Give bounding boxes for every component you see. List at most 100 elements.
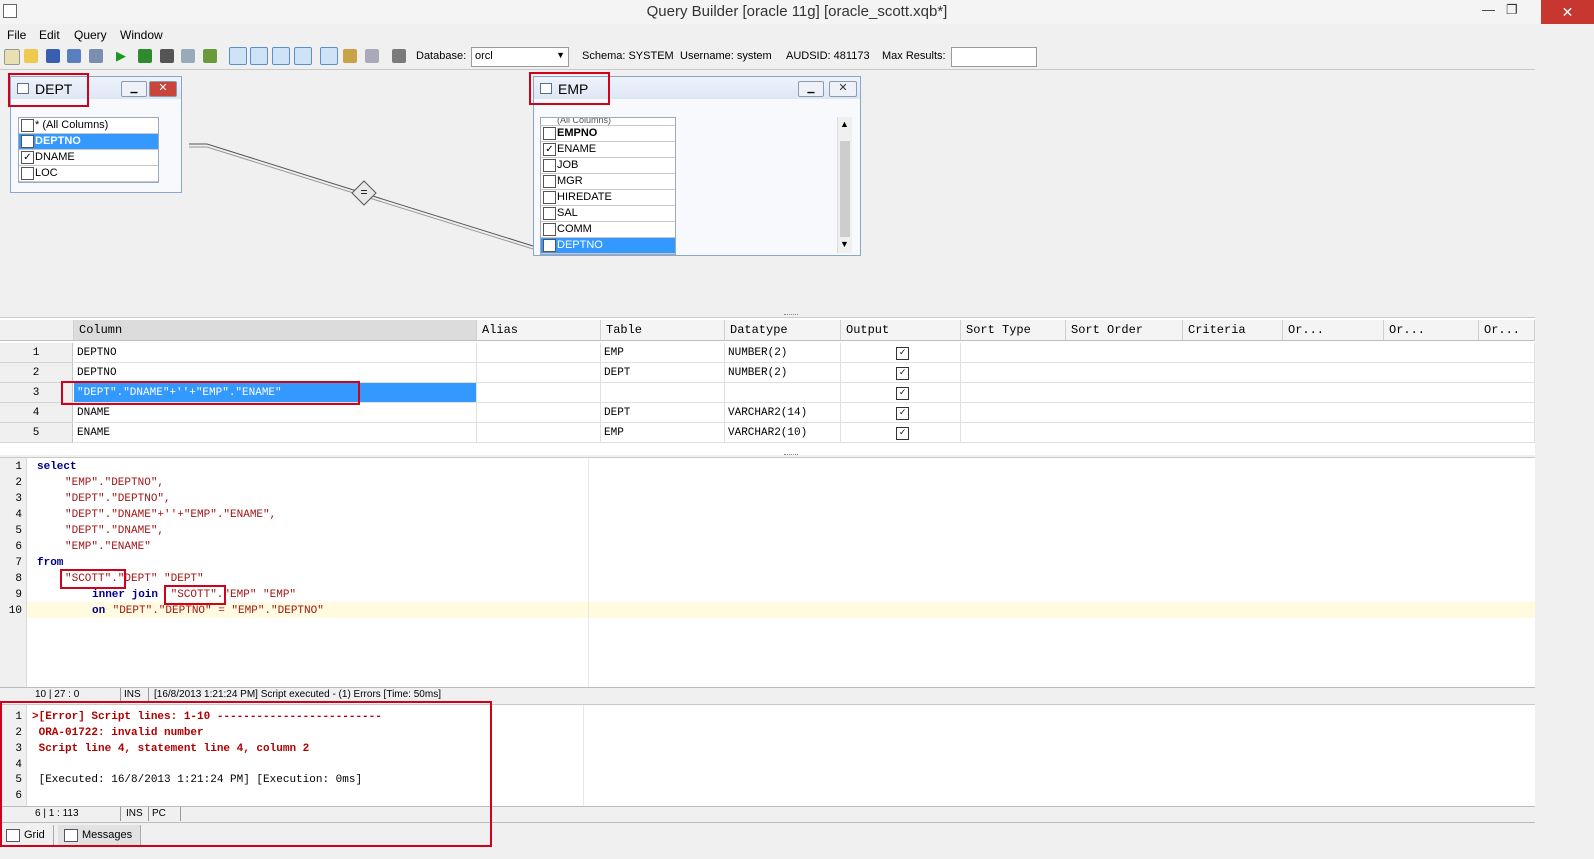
connection-icon[interactable] (392, 49, 406, 63)
column-header-or-1[interactable]: Or... (1283, 320, 1384, 341)
chevron-up-icon[interactable]: ▲ (840, 119, 849, 129)
cell-datatype[interactable]: NUMBER(2) (725, 343, 841, 363)
sql-editor[interactable]: 1 2 3 4 5 6 7 8 9 10 select "EMP"."DEPTN… (0, 457, 1535, 688)
maximize-button[interactable]: ❐ (1506, 2, 1518, 18)
checkbox[interactable]: ✓ (21, 151, 34, 164)
column-header-criteria[interactable]: Criteria (1183, 320, 1283, 341)
cell-alias[interactable] (477, 423, 601, 443)
cell-datatype[interactable]: NUMBER(2) (725, 363, 841, 383)
column-header-table[interactable]: Table (601, 320, 725, 341)
tables-icon[interactable] (343, 49, 357, 63)
checkbox[interactable] (543, 223, 556, 236)
cell-table[interactable]: EMP (601, 343, 725, 363)
run-icon[interactable]: ▶ (116, 49, 130, 63)
column-item[interactable]: COMM (541, 222, 675, 238)
minimize-icon[interactable]: ▁ (798, 81, 824, 97)
close-icon[interactable]: ✕ (149, 81, 177, 97)
cell-datatype[interactable]: VARCHAR2(14) (725, 403, 841, 423)
cell-empty[interactable] (961, 363, 1535, 383)
cell-column[interactable]: DNAME (74, 403, 477, 423)
save-all-icon[interactable] (89, 49, 103, 63)
column-header-column[interactable]: Column (74, 320, 477, 341)
column-header-sort-type[interactable]: Sort Type (961, 320, 1066, 341)
cell-alias[interactable] (477, 383, 601, 403)
cell-alias[interactable] (477, 343, 601, 363)
output-checkbox[interactable]: ✓ (896, 407, 909, 420)
options-icon[interactable] (320, 47, 338, 65)
cell-datatype[interactable]: VARCHAR2(10) (725, 423, 841, 443)
cell-output[interactable]: ✓ (841, 403, 961, 423)
explain-icon[interactable] (181, 49, 195, 63)
checkbox[interactable]: ✓ (21, 135, 34, 148)
column-item[interactable]: EMPNO (541, 126, 675, 142)
column-item[interactable]: SAL (541, 206, 675, 222)
layout-sql-icon[interactable] (272, 47, 290, 65)
checkbox[interactable] (543, 159, 556, 172)
checkbox[interactable] (543, 175, 556, 188)
cell-empty[interactable] (961, 343, 1535, 363)
layout-results-icon[interactable] (294, 47, 312, 65)
minimize-button[interactable]: — (1482, 2, 1495, 17)
column-header-datatype[interactable]: Datatype (725, 320, 841, 341)
column-item[interactable]: ✓ DEPTNO (19, 134, 158, 150)
column-item[interactable]: ✓ DNAME (19, 150, 158, 166)
checkbox[interactable] (543, 191, 556, 204)
menu-edit[interactable]: Edit (39, 28, 60, 42)
column-item[interactable]: MGR (541, 174, 675, 190)
table-row[interactable]: 4 DNAME DEPT VARCHAR2(14) ✓ (0, 403, 1535, 423)
cell-empty[interactable] (961, 403, 1535, 423)
cell-alias[interactable] (477, 363, 601, 383)
cell-table[interactable]: DEPT (601, 363, 725, 383)
layout-grid-icon[interactable] (250, 47, 268, 65)
chevron-down-icon[interactable]: ▼ (840, 239, 849, 249)
chevron-down-icon[interactable]: ▼ (556, 50, 565, 60)
stop-icon[interactable] (160, 49, 174, 63)
open-folder-icon[interactable] (24, 49, 38, 63)
checkbox[interactable] (21, 167, 34, 180)
checkbox[interactable] (21, 119, 34, 132)
layout-diagram-icon[interactable] (229, 47, 247, 65)
max-results-input[interactable] (951, 47, 1037, 67)
cell-output[interactable]: ✓ (841, 423, 961, 443)
checkbox[interactable] (543, 127, 556, 140)
cell-table[interactable] (601, 383, 725, 403)
table-row[interactable]: 2 DEPTNO DEPT NUMBER(2) ✓ (0, 363, 1535, 383)
column-item[interactable]: ✓ ENAME (541, 142, 675, 158)
cell-alias[interactable] (477, 403, 601, 423)
output-checkbox[interactable]: ✓ (896, 427, 909, 440)
database-select[interactable]: orcl ▼ (471, 47, 569, 67)
table-row[interactable]: 1 DEPTNO EMP NUMBER(2) ✓ (0, 343, 1535, 363)
row-number[interactable]: 5 (0, 423, 73, 443)
cell-output[interactable]: ✓ (841, 363, 961, 383)
column-item[interactable]: LOC (19, 166, 158, 182)
cell-output[interactable]: ✓ (841, 383, 961, 403)
filter-icon[interactable] (365, 49, 379, 63)
column-header-sort-order[interactable]: Sort Order (1066, 320, 1183, 341)
cell-column[interactable]: ENAME (74, 423, 477, 443)
cell-empty[interactable] (961, 383, 1535, 403)
column-header-or-3[interactable]: Or... (1479, 320, 1535, 341)
new-icon[interactable] (4, 49, 20, 65)
scrollbar[interactable]: ▲ ▼ (837, 117, 852, 253)
checkbox[interactable]: ✓ (543, 239, 556, 252)
cell-table[interactable]: DEPT (601, 403, 725, 423)
column-header-or-2[interactable]: Or... (1384, 320, 1479, 341)
save-as-icon[interactable] (67, 49, 81, 63)
output-checkbox[interactable]: ✓ (896, 387, 909, 400)
column-header-alias[interactable]: Alias (477, 320, 601, 341)
column-item[interactable]: * (All Columns) (19, 118, 158, 134)
output-checkbox[interactable]: ✓ (896, 347, 909, 360)
column-item[interactable]: (All Columns) (541, 118, 675, 126)
refresh-icon[interactable] (203, 49, 217, 63)
scrollbar-thumb[interactable] (840, 141, 850, 237)
minimize-icon[interactable]: ▁ (121, 81, 147, 97)
column-header-output[interactable]: Output (841, 320, 961, 341)
close-icon[interactable]: ✕ (829, 81, 857, 97)
cell-column[interactable]: DEPTNO (74, 363, 477, 383)
menu-window[interactable]: Window (120, 28, 163, 42)
run-script-icon[interactable] (138, 49, 152, 63)
checkbox[interactable] (543, 207, 556, 220)
cell-output[interactable]: ✓ (841, 343, 961, 363)
cell-table[interactable]: EMP (601, 423, 725, 443)
cell-column[interactable]: DEPTNO (74, 343, 477, 363)
